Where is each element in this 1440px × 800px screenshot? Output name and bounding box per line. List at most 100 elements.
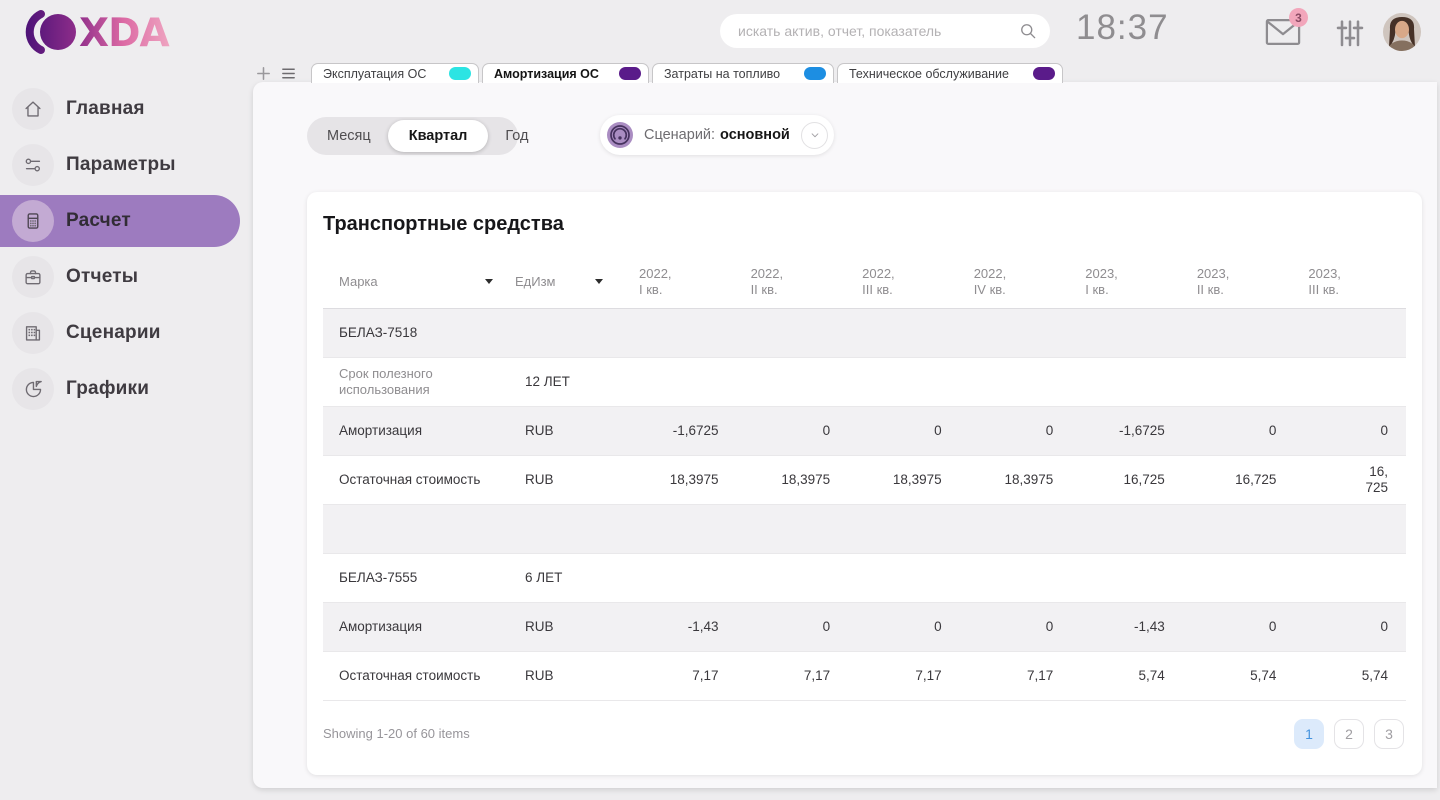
tab-label: Затраты на топливо: [664, 67, 780, 81]
value-cell: [1071, 357, 1183, 406]
table-row-data: АмортизацияRUB-1,43000-1,4300: [323, 602, 1406, 651]
global-search: [720, 14, 1050, 48]
sidebar-item-reports[interactable]: Отчеты: [0, 251, 240, 303]
sidebar-item-parameters[interactable]: Параметры: [0, 139, 240, 191]
tab-label: Эксплуатация ОС: [323, 67, 426, 81]
row-name-cell: Амортизация: [323, 602, 515, 651]
sidebar-item-home[interactable]: Главная: [0, 83, 240, 135]
value-cell: 16, 725: [1294, 455, 1406, 504]
table-row-data: АмортизацияRUB-1,6725000-1,672500: [323, 406, 1406, 455]
tab-label: Техническое обслуживание: [849, 67, 1009, 81]
value-cell: 7,17: [848, 651, 960, 700]
scenario-value: основной: [720, 127, 790, 143]
column-label: ЕдИзм: [515, 274, 556, 289]
vehicles-table: Марка ЕдИзм 2022, I кв.2022, II кв.2022,…: [323, 256, 1406, 701]
chevron-down-icon[interactable]: [801, 122, 828, 149]
page-button-2[interactable]: 2: [1334, 719, 1364, 749]
value-cell: [960, 504, 1072, 553]
search-input[interactable]: [720, 14, 1050, 48]
tab-menu-icon[interactable]: [280, 65, 297, 82]
sidebar-item-label: Расчет: [66, 210, 131, 232]
value-cell: [737, 357, 849, 406]
row-unit-cell: RUB: [515, 651, 625, 700]
tab-fuel-costs[interactable]: Затраты на топливо: [652, 63, 834, 83]
value-cell: [1071, 553, 1183, 602]
value-cell: [625, 308, 737, 357]
page-button-1[interactable]: 1: [1294, 719, 1324, 749]
sidebar-item-charts[interactable]: Графики: [0, 363, 240, 415]
value-cell: [1183, 308, 1295, 357]
sidebar-item-label: Главная: [66, 98, 145, 120]
sidebar-item-label: Сценарии: [66, 322, 161, 344]
value-cell: -1,6725: [625, 406, 737, 455]
value-cell: 5,74: [1183, 651, 1295, 700]
value-cell: [1294, 308, 1406, 357]
sidebar-item-scenarios[interactable]: Сценарии: [0, 307, 240, 359]
period-option-quarter[interactable]: Квартал: [388, 120, 489, 152]
table-row-data: Остаточная стоимостьRUB7,177,177,177,175…: [323, 651, 1406, 700]
row-unit-cell: RUB: [515, 406, 625, 455]
value-cell: [737, 504, 849, 553]
row-unit-cell: RUB: [515, 455, 625, 504]
value-cell: -1,43: [625, 602, 737, 651]
value-cell: [625, 553, 737, 602]
row-name-cell: Остаточная стоимость: [323, 651, 515, 700]
period-option-year[interactable]: Год: [488, 120, 545, 152]
column-label: Марка: [339, 274, 378, 289]
value-cell: -1,6725: [1071, 406, 1183, 455]
add-tab-button[interactable]: [255, 65, 272, 82]
tab-os-operation[interactable]: Эксплуатация ОС: [311, 63, 479, 83]
period-switch: Месяц Квартал Год: [307, 117, 518, 155]
row-name-cell: Срок полезного использования: [323, 357, 515, 406]
value-cell: 0: [1294, 602, 1406, 651]
value-cell: [1071, 308, 1183, 357]
column-header-brand[interactable]: Марка: [323, 256, 515, 308]
value-cell: [737, 553, 849, 602]
value-cell: 0: [960, 406, 1072, 455]
card-title: Транспортные средства: [307, 192, 1422, 236]
value-cell: 0: [848, 602, 960, 651]
row-name-cell: БЕЛАЗ-7555: [323, 553, 515, 602]
value-cell: 7,17: [625, 651, 737, 700]
column-header-period: 2022, III кв.: [848, 256, 960, 308]
table-header-row: Марка ЕдИзм 2022, I кв.2022, II кв.2022,…: [323, 256, 1406, 308]
column-header-period: 2023, I кв.: [1071, 256, 1183, 308]
column-header-period: 2022, I кв.: [625, 256, 737, 308]
mail-button[interactable]: 3: [1264, 18, 1302, 48]
value-cell: 16,725: [1183, 455, 1295, 504]
column-header-period: 2022, II кв.: [737, 256, 849, 308]
tab-maintenance[interactable]: Техническое обслуживание: [837, 63, 1063, 83]
value-cell: -1,43: [1071, 602, 1183, 651]
sidebar-item-label: Отчеты: [66, 266, 138, 288]
tab-color-badge: [1033, 67, 1055, 80]
tab-os-depreciation[interactable]: Амортизация ОС: [482, 63, 649, 83]
logo-text: XDA: [79, 11, 169, 56]
row-unit-cell: RUB: [515, 602, 625, 651]
period-option-month[interactable]: Месяц: [310, 120, 388, 152]
value-cell: 0: [848, 406, 960, 455]
value-cell: [625, 357, 737, 406]
brand-logo-icon: XDA: [24, 8, 184, 56]
vehicles-card: Транспортные средства Марка ЕдИзм: [307, 192, 1422, 775]
user-avatar[interactable]: [1383, 13, 1421, 51]
filter-sliders-button[interactable]: [1334, 17, 1366, 49]
value-cell: 0: [1183, 406, 1295, 455]
row-unit-cell: [515, 308, 625, 357]
column-header-unit[interactable]: ЕдИзм: [515, 256, 625, 308]
table-row-data: Остаточная стоимостьRUB18,397518,397518,…: [323, 455, 1406, 504]
showing-count: Showing 1-20 of 60 items: [323, 726, 470, 741]
value-cell: [1294, 553, 1406, 602]
sidebar-item-calculation[interactable]: Расчет: [0, 195, 240, 247]
value-cell: [1071, 504, 1183, 553]
scenario-selector[interactable]: Сценарий: основной: [600, 115, 834, 155]
value-cell: [848, 553, 960, 602]
value-cell: [848, 308, 960, 357]
tab-label: Амортизация ОС: [494, 67, 599, 81]
sidebar-item-label: Графики: [66, 378, 149, 400]
page-button-3[interactable]: 3: [1374, 719, 1404, 749]
value-cell: [1183, 357, 1295, 406]
value-cell: 0: [737, 406, 849, 455]
value-cell: 0: [960, 602, 1072, 651]
row-name-cell: Амортизация: [323, 406, 515, 455]
value-cell: 7,17: [960, 651, 1072, 700]
